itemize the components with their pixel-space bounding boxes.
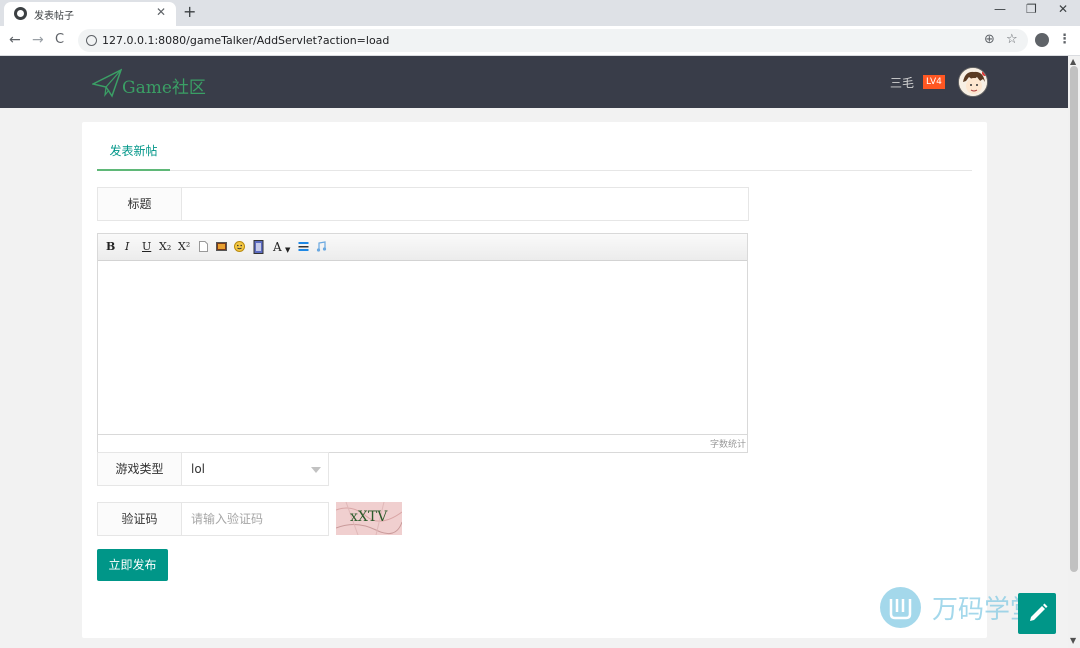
editor-footer: 字数统计 — [98, 434, 747, 452]
subscript-button[interactable]: X₂ — [159, 240, 171, 254]
level-badge: LV4 — [923, 75, 945, 89]
browser-tab-title: 发表帖子 — [34, 11, 74, 22]
game-type-label: 游戏类型 — [97, 452, 182, 486]
image-icon[interactable] — [216, 241, 227, 252]
captcha-image[interactable]: xXTV — [336, 502, 402, 535]
title-input[interactable] — [182, 187, 749, 221]
forward-button[interactable]: → — [32, 32, 44, 48]
globe-icon — [14, 7, 27, 20]
word-count-label: 字数统计 — [709, 440, 746, 450]
username[interactable]: 三毛 — [890, 74, 914, 91]
title-label: 标题 — [97, 187, 182, 221]
chevron-down-icon — [311, 467, 321, 473]
restore-button[interactable]: ❐ — [1026, 2, 1037, 16]
italic-button[interactable]: I — [125, 240, 129, 254]
emoji-icon[interactable] — [234, 241, 245, 252]
zoom-icon[interactable]: ⊕ — [984, 32, 995, 47]
video-icon[interactable] — [253, 240, 264, 254]
paper-plane-icon — [92, 68, 122, 98]
editor-content-area[interactable] — [98, 262, 747, 434]
close-window-button[interactable]: ✕ — [1058, 2, 1068, 16]
pencil-icon — [1030, 603, 1048, 621]
scroll-up-arrow[interactable]: ▲ — [1070, 57, 1076, 66]
back-button[interactable]: ← — [9, 32, 21, 48]
font-color-button[interactable]: A — [273, 240, 282, 254]
tab-new-post[interactable]: 发表新帖 — [97, 122, 170, 171]
rich-text-editor: B I U X₂ X² A ▼ 字数统计 — [97, 233, 748, 453]
post-form-card: 发表新帖 标题 B I U X₂ X² A ▼ 字数统计 游戏类型 lol 验证… — [82, 122, 987, 638]
bold-button[interactable]: B — [106, 240, 115, 254]
tab-header: 发表新帖 — [97, 122, 972, 171]
captcha-label: 验证码 — [97, 502, 182, 536]
bookmark-star-icon[interactable]: ☆ — [1006, 32, 1018, 47]
reload-button[interactable]: C — [55, 32, 64, 48]
scrollbar-thumb[interactable] — [1070, 66, 1078, 572]
captcha-row: 验证码 请输入验证码 — [97, 502, 329, 536]
game-type-row: 游戏类型 lol — [97, 452, 329, 486]
scroll-down-arrow[interactable]: ▼ — [1070, 636, 1076, 645]
logo-text: Game社区 — [122, 78, 206, 98]
captcha-input[interactable]: 请输入验证码 — [182, 502, 329, 536]
url-text[interactable]: 127.0.0.1:8080/gameTalker/AddServlet?act… — [102, 34, 389, 47]
minimize-button[interactable]: — — [994, 2, 1006, 16]
address-bar[interactable]: 127.0.0.1:8080/gameTalker/AddServlet?act… — [78, 29, 1028, 52]
new-tab-button[interactable]: + — [183, 3, 196, 21]
browser-toolbar: ← → C 127.0.0.1:8080/gameTalker/AddServl… — [0, 26, 1080, 56]
editor-toolbar: B I U X₂ X² A ▼ — [98, 234, 747, 261]
info-icon[interactable] — [86, 35, 97, 46]
page-scrollbar[interactable]: ▲ ▼ — [1068, 56, 1080, 648]
horizontal-line-icon[interactable] — [298, 241, 309, 252]
game-type-select[interactable]: lol — [182, 452, 329, 486]
font-color-dropdown-icon[interactable]: ▼ — [285, 243, 290, 257]
avatar[interactable] — [958, 67, 988, 97]
title-row: 标题 — [97, 187, 749, 221]
game-type-value: lol — [191, 462, 206, 476]
superscript-button[interactable]: X² — [178, 240, 190, 254]
submit-button[interactable]: 立即发布 — [97, 549, 168, 581]
browser-menu-icon[interactable]: ⋮ — [1058, 32, 1071, 47]
file-icon[interactable] — [198, 241, 209, 252]
captcha-text: xXTV — [350, 509, 388, 525]
underline-button[interactable]: U — [142, 240, 151, 254]
browser-tab-bar: 发表帖子 ✕ + — ❐ ✕ — [0, 0, 1080, 26]
music-icon[interactable] — [316, 241, 327, 252]
watermark-logo-icon — [880, 587, 921, 628]
profile-icon[interactable] — [1035, 33, 1049, 47]
close-tab-icon[interactable]: ✕ — [156, 5, 166, 19]
floating-edit-button[interactable] — [1018, 593, 1056, 634]
browser-tab[interactable]: 发表帖子 ✕ — [4, 2, 176, 26]
